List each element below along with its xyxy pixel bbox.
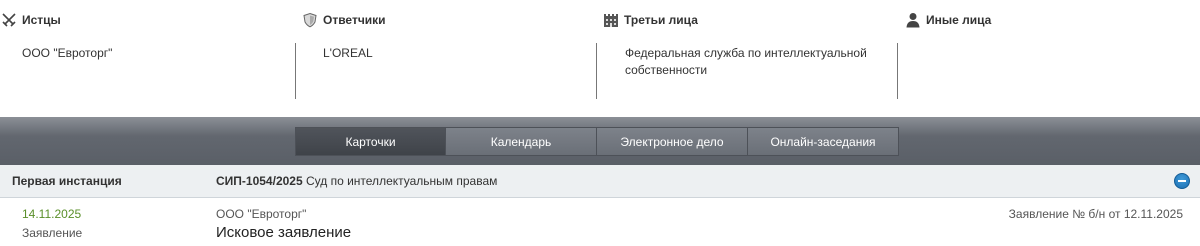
plaintiffs-header: Истцы — [1, 11, 61, 29]
document-note: Заявление № б/н от 12.11.2025 — [1008, 207, 1183, 221]
document-row: 14.11.2025 Заявление ООО "Евроторг" Иско… — [0, 199, 1200, 246]
defendants-column: Ответчики L'OREAL — [301, 0, 603, 117]
minus-circle-icon[interactable] — [1174, 173, 1190, 189]
plaintiffs-column: Истцы ООО "Евроторг" — [0, 0, 302, 117]
tab-cards[interactable]: Карточки — [295, 127, 446, 156]
others-title: Иные лица — [926, 13, 992, 27]
third-parties-header: Третьи лица — [603, 11, 698, 29]
column-divider — [295, 43, 296, 99]
tab-electronic-case[interactable]: Электронное дело — [597, 127, 748, 156]
document-party: ООО "Евроторг" — [216, 207, 307, 221]
tab-online-hearings[interactable]: Онлайн-заседания — [748, 127, 899, 156]
instance-case: СИП-1054/2025 Суд по интеллектуальным пр… — [216, 174, 497, 188]
tab-calendar[interactable]: Календарь — [446, 127, 597, 156]
instance-title: Первая инстанция — [12, 174, 122, 188]
tabs: Карточки Календарь Электронное дело Онла… — [295, 127, 899, 156]
crossed-swords-icon — [1, 12, 17, 28]
person-icon — [905, 12, 921, 28]
case-number: СИП-1054/2025 — [216, 174, 303, 188]
defendant-item[interactable]: L'OREAL — [323, 45, 573, 62]
column-divider — [897, 43, 898, 99]
plaintiff-item[interactable]: ООО "Евроторг" — [22, 45, 272, 62]
third-party-item[interactable]: Федеральная служба по интеллектуальной с… — [625, 45, 875, 79]
plaintiffs-title: Истцы — [22, 13, 61, 27]
document-date: 14.11.2025 — [22, 207, 82, 221]
participants-panel: Истцы ООО "Евроторг" Ответчики L'OREAL Т… — [0, 0, 1200, 117]
shield-icon — [302, 12, 318, 28]
others-header: Иные лица — [905, 11, 991, 29]
third-parties-title: Третьи лица — [624, 13, 698, 27]
court-name: Суд по интеллектуальным правам — [305, 174, 498, 188]
document-type: Заявление — [22, 226, 83, 240]
tabs-bar: Карточки Календарь Электронное дело Онла… — [0, 117, 1200, 165]
column-divider — [596, 43, 597, 99]
document-title-link[interactable]: Исковое заявление — [216, 224, 351, 241]
third-parties-column: Третьи лица Федеральная служба по интелл… — [602, 0, 904, 117]
others-column: Иные лица — [903, 0, 1200, 117]
instance-header[interactable]: Первая инстанция СИП-1054/2025 Суд по ин… — [0, 165, 1200, 198]
building-icon — [603, 12, 619, 28]
defendants-header: Ответчики — [302, 11, 386, 29]
defendants-title: Ответчики — [323, 13, 386, 27]
